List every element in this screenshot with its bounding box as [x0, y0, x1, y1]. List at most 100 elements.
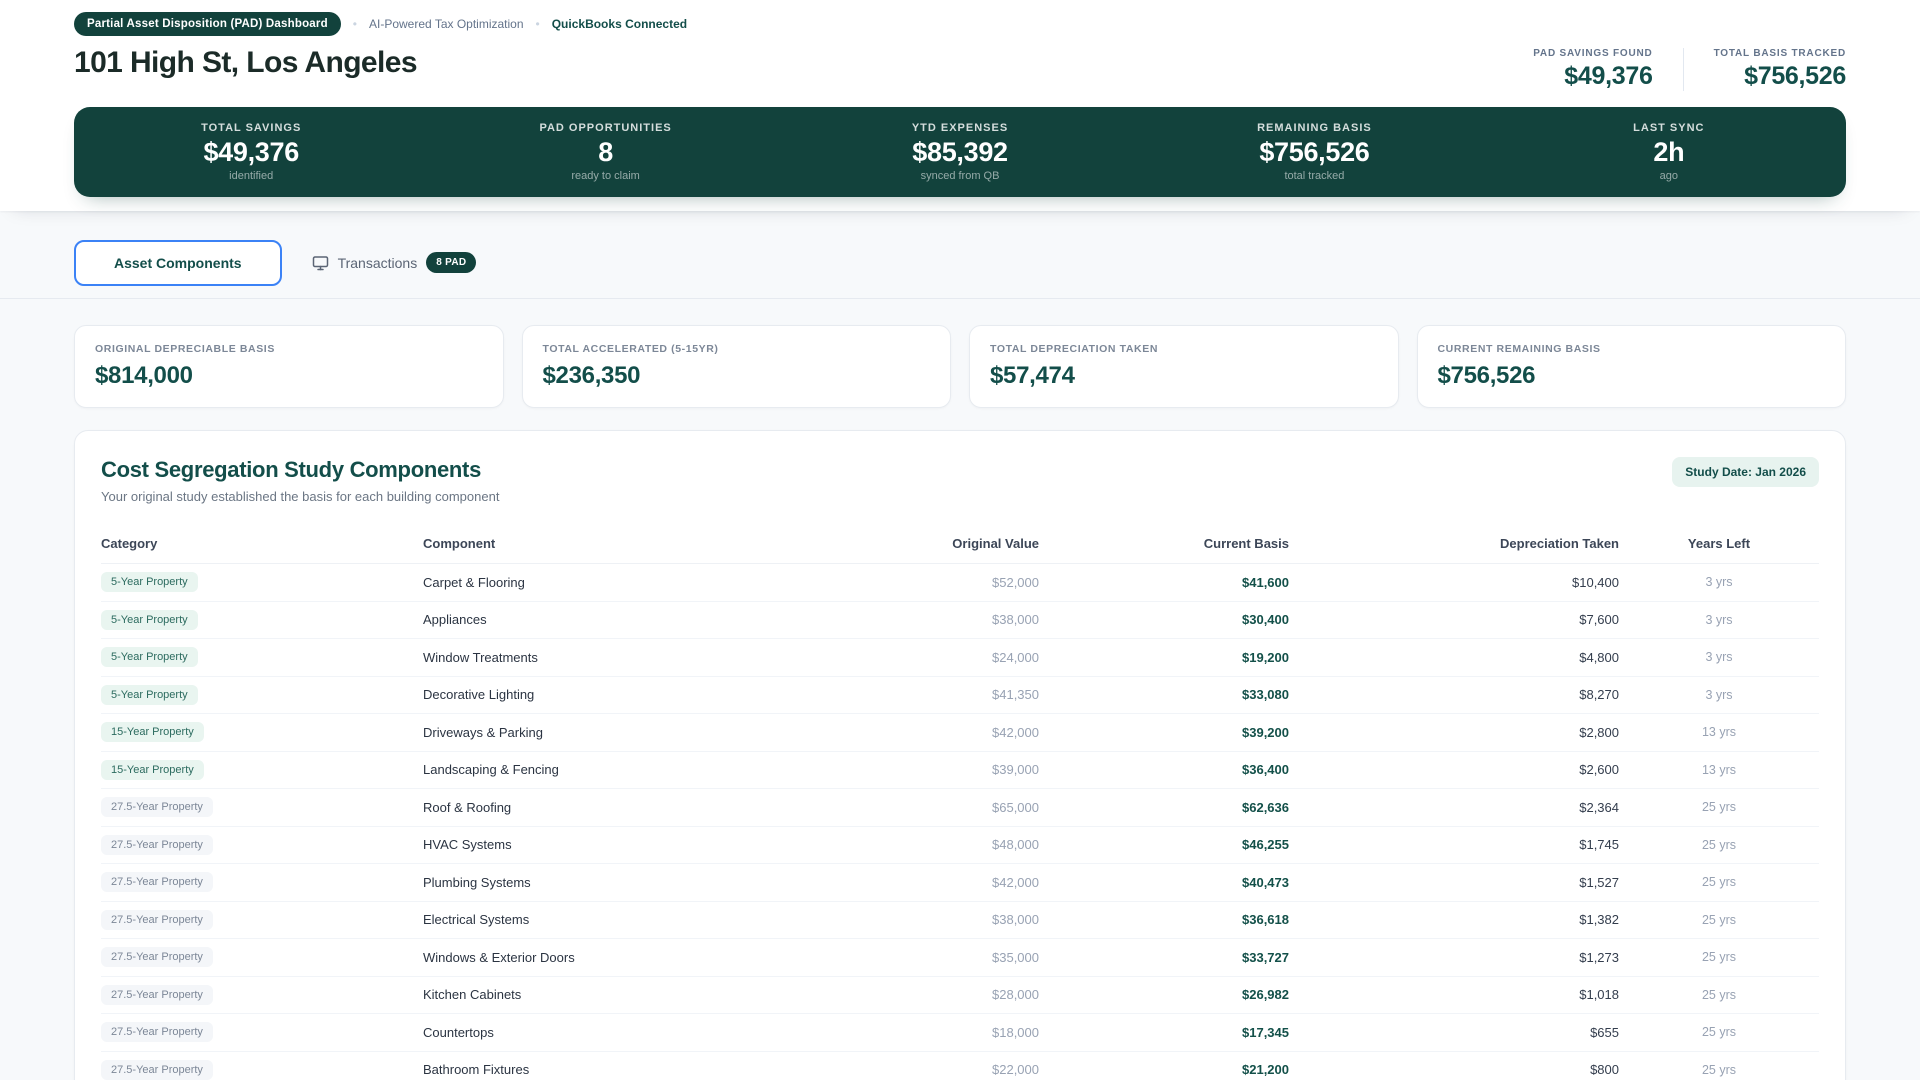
original-value-cell: $35,000 — [992, 949, 1039, 965]
header-stat-label: TOTAL BASIS TRACKED — [1713, 48, 1846, 59]
stat-value: $756,526 — [1259, 137, 1370, 167]
main-content: ORIGINAL DEPRECIABLE BASIS $814,000 TOTA… — [0, 299, 1920, 1080]
original-value-cell: $65,000 — [992, 799, 1039, 815]
depreciation-taken-cell: $10,400 — [1572, 574, 1619, 590]
component-cell: Roof & Roofing — [423, 799, 512, 815]
stats-bar-item: PAD OPPORTUNITIES 8 ready to claim — [428, 122, 782, 182]
stat-sublabel: synced from QB — [920, 170, 1000, 182]
table-row[interactable]: 27.5-Year Property Kitchen Cabinets $28,… — [101, 977, 1819, 1014]
summary-card-label: TOTAL ACCELERATED (5-15YR) — [542, 343, 719, 355]
category-cell: 27.5-Year Property — [101, 872, 423, 893]
study-subtitle: Your original study established the basi… — [101, 489, 500, 504]
table-row[interactable]: 27.5-Year Property Countertops $18,000 $… — [101, 1014, 1819, 1052]
years-left-cell: 25 yrs — [1701, 1025, 1737, 1040]
category-cell: 27.5-Year Property — [101, 984, 423, 1005]
table-row[interactable]: 27.5-Year Property Bathroom Fixtures $22… — [101, 1052, 1819, 1080]
depreciation-taken-cell: $1,018 — [1579, 987, 1619, 1003]
header-stat-label: PAD SAVINGS FOUND — [1533, 48, 1653, 59]
stats-bar-item: YTD EXPENSES $85,392 synced from QB — [783, 122, 1137, 182]
table-row[interactable]: 15-Year Property Driveways & Parking $42… — [101, 714, 1819, 752]
depreciation-taken-cell: $800 — [1590, 1062, 1619, 1078]
original-value-cell: $24,000 — [992, 649, 1039, 665]
table-row[interactable]: 27.5-Year Property Plumbing Systems $42,… — [101, 864, 1819, 902]
stat-sublabel: identified — [229, 170, 274, 182]
years-left-cell: 3 yrs — [1705, 612, 1733, 627]
original-value-cell: $42,000 — [992, 724, 1039, 740]
depreciation-taken-cell: $655 — [1590, 1024, 1619, 1040]
breadcrumb-separator: • — [352, 17, 357, 31]
breadcrumb-tax-optimization: AI-Powered Tax Optimization — [369, 17, 524, 31]
tab-asset-components[interactable]: Asset Components — [74, 240, 282, 286]
depreciation-taken-cell: $1,382 — [1579, 912, 1619, 928]
stat-label: REMAINING BASIS — [1257, 122, 1372, 134]
component-cell: Window Treatments — [423, 649, 538, 665]
header-stat: PAD SAVINGS FOUND $49,376 — [1533, 48, 1653, 91]
years-left-cell: 13 yrs — [1701, 762, 1737, 777]
summary-card-label: ORIGINAL DEPRECIABLE BASIS — [95, 343, 275, 355]
stat-label: YTD EXPENSES — [911, 122, 1009, 134]
tab-transactions[interactable]: Transactions 8 PAD — [308, 239, 481, 286]
category-cell: 15-Year Property — [101, 759, 423, 780]
component-cell: Countertops — [423, 1024, 494, 1040]
table-row[interactable]: 27.5-Year Property Windows & Exterior Do… — [101, 939, 1819, 977]
category-badge: 5-Year Property — [101, 647, 198, 668]
summary-card-value: $236,350 — [542, 362, 641, 389]
component-cell: HVAC Systems — [423, 837, 512, 853]
category-badge: 27.5-Year Property — [101, 984, 213, 1005]
components-table: Category Component Original Value Curren… — [101, 530, 1819, 1080]
table-row[interactable]: 15-Year Property Landscaping & Fencing $… — [101, 752, 1819, 789]
column-header-current-basis: Current Basis — [1203, 536, 1289, 551]
original-value-cell: $42,000 — [992, 874, 1039, 890]
depreciation-taken-cell: $1,745 — [1579, 837, 1619, 853]
stat-label: LAST SYNC — [1633, 122, 1705, 134]
category-badge: 27.5-Year Property — [101, 947, 213, 968]
summary-card: TOTAL ACCELERATED (5-15YR) $236,350 — [521, 325, 951, 408]
category-badge: 5-Year Property — [101, 609, 198, 630]
tab-bar: Asset Components Transactions 8 PAD — [0, 211, 1920, 299]
component-cell: Windows & Exterior Doors — [423, 949, 575, 965]
category-cell: 27.5-Year Property — [101, 909, 423, 930]
table-row[interactable]: 5-Year Property Decorative Lighting $41,… — [101, 677, 1819, 714]
stat-sublabel: total tracked — [1284, 170, 1345, 182]
category-badge: 5-Year Property — [101, 572, 198, 593]
page-title: 101 High St, Los Angeles — [74, 46, 418, 79]
current-basis-cell: $41,600 — [1242, 574, 1289, 590]
stat-label: TOTAL SAVINGS — [201, 122, 302, 134]
table-row[interactable]: 5-Year Property Window Treatments $24,00… — [101, 639, 1819, 677]
years-left-cell: 25 yrs — [1701, 912, 1737, 927]
category-cell: 5-Year Property — [101, 609, 423, 630]
years-left-cell: 3 yrs — [1705, 650, 1733, 665]
component-cell: Landscaping & Fencing — [423, 762, 559, 778]
years-left-cell: 25 yrs — [1701, 987, 1737, 1002]
category-cell: 5-Year Property — [101, 684, 423, 705]
table-row[interactable]: 5-Year Property Appliances $38,000 $30,4… — [101, 602, 1819, 639]
current-basis-cell: $26,982 — [1242, 987, 1289, 1003]
table-row[interactable]: 27.5-Year Property Electrical Systems $3… — [101, 902, 1819, 939]
summary-cards: ORIGINAL DEPRECIABLE BASIS $814,000 TOTA… — [74, 325, 1846, 408]
column-header-years-left: Years Left — [1687, 536, 1751, 551]
category-cell: 27.5-Year Property — [101, 947, 423, 968]
stats-bar-item: TOTAL SAVINGS $49,376 identified — [74, 122, 428, 182]
depreciation-taken-cell: $1,527 — [1579, 874, 1619, 890]
years-left-cell: 25 yrs — [1701, 950, 1737, 965]
current-basis-cell: $33,727 — [1242, 949, 1289, 965]
years-left-cell: 25 yrs — [1701, 837, 1737, 852]
component-cell: Bathroom Fixtures — [423, 1062, 530, 1078]
category-badge: 27.5-Year Property — [101, 834, 213, 855]
depreciation-taken-cell: $2,364 — [1579, 799, 1619, 815]
summary-card: ORIGINAL DEPRECIABLE BASIS $814,000 — [74, 325, 504, 408]
years-left-cell: 3 yrs — [1705, 687, 1733, 702]
original-value-cell: $41,350 — [992, 687, 1039, 703]
category-badge: 27.5-Year Property — [101, 872, 213, 893]
stat-value: 2h — [1653, 137, 1685, 167]
table-row[interactable]: 27.5-Year Property HVAC Systems $48,000 … — [101, 827, 1819, 864]
page-header: Partial Asset Disposition (PAD) Dashboar… — [0, 0, 1920, 211]
study-title: Cost Segregation Study Components — [101, 457, 482, 482]
years-left-cell: 25 yrs — [1701, 800, 1737, 815]
tab-transactions-label: Transactions — [337, 254, 418, 271]
current-basis-cell: $17,345 — [1242, 1024, 1289, 1040]
table-row[interactable]: 27.5-Year Property Roof & Roofing $65,00… — [101, 789, 1819, 827]
component-cell: Carpet & Flooring — [423, 574, 525, 590]
stats-bar-item: REMAINING BASIS $756,526 total tracked — [1137, 122, 1491, 182]
table-row[interactable]: 5-Year Property Carpet & Flooring $52,00… — [101, 564, 1819, 602]
